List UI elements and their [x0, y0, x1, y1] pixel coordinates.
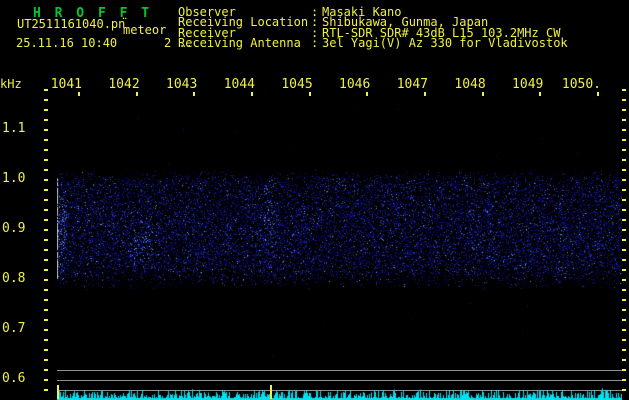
y-axis-tick-label: 1.1 [2, 121, 26, 136]
y-axis-tick-left [44, 269, 48, 271]
y-axis-tick-right [622, 89, 626, 91]
y-axis-tick-left [44, 129, 48, 131]
y-axis-tick-right [622, 139, 626, 141]
y-axis-tick-right [622, 199, 626, 201]
spectrogram-noise-canvas [57, 90, 622, 360]
signal-level-trace-canvas [57, 384, 622, 400]
info-colon: : [311, 35, 319, 50]
y-axis-tick-left [44, 109, 48, 111]
y-axis-tick-left [44, 149, 48, 151]
y-axis-tick-left [44, 169, 48, 171]
y-axis-tick-left [44, 139, 48, 141]
y-axis-tick-right [622, 329, 626, 331]
datetime-label: 25.11.16 10:40 [16, 36, 118, 50]
y-axis-tick-right [622, 359, 626, 361]
y-axis-tick-left [44, 259, 48, 261]
y-axis-tick-left [44, 159, 48, 161]
y-axis-tick-right [622, 379, 626, 381]
y-axis-tick-label: 0.9 [2, 221, 26, 236]
hrofft-screen: H R O F F T UT2511161040.pn ¨ meteor 25.… [0, 0, 629, 400]
output-filename: UT2511161040.pn [17, 17, 126, 31]
y-axis-tick-right [622, 269, 626, 271]
y-axis-tick-right [622, 349, 626, 351]
y-axis-tick-right [622, 109, 626, 111]
y-axis-tick-left [44, 209, 48, 211]
y-axis-tick-right [622, 249, 626, 251]
y-axis-tick-right [622, 369, 626, 371]
y-axis-tick-right [622, 209, 626, 211]
y-axis-tick-left [44, 289, 48, 291]
y-axis-tick-left [44, 379, 48, 381]
info-value: 3el Yagi(V) Az 330 for Vladivostok [322, 35, 568, 50]
y-axis-tick-right [622, 159, 626, 161]
y-axis-tick-label: 1.0 [2, 171, 26, 186]
y-axis-unit-label: kHz [0, 77, 22, 91]
info-row: Receiving Antenna:3el Yagi(V) Az 330 for… [178, 35, 568, 50]
y-axis-tick-right [622, 169, 626, 171]
y-axis-tick-left [44, 299, 48, 301]
y-axis-tick-right [622, 189, 626, 191]
y-axis-tick-left [44, 339, 48, 341]
y-axis-tick-left [44, 359, 48, 361]
y-axis-tick-right [622, 219, 626, 221]
y-axis-tick-left [44, 199, 48, 201]
y-axis-tick-left [44, 349, 48, 351]
echo-marker [57, 385, 59, 399]
level-gridline [57, 380, 622, 381]
y-axis-tick-right [622, 279, 626, 281]
y-axis-tick-right [622, 229, 626, 231]
y-axis-tick-left [44, 179, 48, 181]
echo-marker [270, 385, 272, 399]
y-axis-tick-right [622, 299, 626, 301]
y-axis-tick-left [44, 319, 48, 321]
y-axis-tick-left [44, 309, 48, 311]
level-gridline [57, 370, 622, 371]
y-axis-tick-left [44, 189, 48, 191]
y-axis-tick-left [44, 279, 48, 281]
y-axis-tick-left [44, 99, 48, 101]
y-axis-tick-left [44, 389, 48, 391]
y-axis-tick-right [622, 119, 626, 121]
y-axis-tick-left [44, 239, 48, 241]
info-label: Receiving Antenna [178, 35, 301, 50]
y-axis-tick-right [622, 289, 626, 291]
y-axis-tick-right [622, 339, 626, 341]
y-axis-tick-label: 0.6 [2, 371, 26, 386]
y-axis-tick-right [622, 149, 626, 151]
y-axis-tick-right [622, 389, 626, 391]
y-axis-tick-left [44, 369, 48, 371]
y-axis-tick-left [44, 89, 48, 91]
y-axis-tick-right [622, 239, 626, 241]
y-axis-tick-right [622, 129, 626, 131]
y-axis-tick-right [622, 179, 626, 181]
y-axis-tick-right [622, 319, 626, 321]
y-axis-tick-right [622, 309, 626, 311]
station-code: meteor [123, 23, 167, 37]
y-axis-tick-left [44, 229, 48, 231]
y-axis-tick-label: 0.8 [2, 271, 26, 286]
y-axis-tick-left [44, 119, 48, 121]
y-axis-tick-right [622, 99, 626, 101]
y-axis-tick-left [44, 329, 48, 331]
y-axis-tick-right [622, 259, 626, 261]
y-axis-tick-left [44, 249, 48, 251]
y-axis-tick-left [44, 219, 48, 221]
y-axis-tick-label: 0.7 [2, 321, 26, 336]
